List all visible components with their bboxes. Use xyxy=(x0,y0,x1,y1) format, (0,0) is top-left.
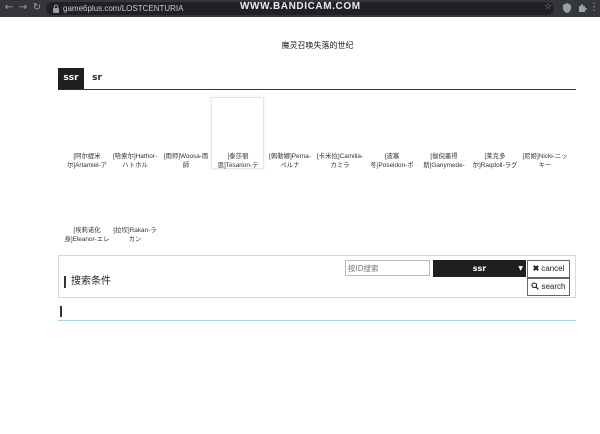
character-name-line1: [雨师]Woosa-雨 xyxy=(163,153,209,160)
character-item[interactable]: [尼姬]Nicki-ニッ キー xyxy=(518,152,572,170)
search-conditions-title: 搜索条件 xyxy=(64,276,111,288)
character-name-line1: [伽倪墨得 xyxy=(430,153,458,160)
character-item[interactable]: [波塞 冬]Poseidon-ポ xyxy=(365,152,419,170)
character-name-line2: カン xyxy=(128,236,142,243)
close-icon: ✖ xyxy=(532,264,540,273)
caret-down-icon: ▼ xyxy=(518,265,523,272)
character-name-line2: カミラ xyxy=(330,162,350,169)
character-item[interactable]: [泰莎丽 恩]Tesarion-テ xyxy=(211,152,265,170)
character-item[interactable]: [阿尔缇米 尔]Artamiel-ア xyxy=(60,152,114,170)
back-icon[interactable]: ← xyxy=(3,2,15,14)
character-name-line1: [哈索尔]Hathor- xyxy=(112,153,158,160)
character-name-line1: [波塞 xyxy=(384,153,400,160)
rarity-select[interactable]: ssr ▼ xyxy=(433,260,526,277)
tab-sr[interactable]: sr xyxy=(88,68,106,89)
character-name-line2: キー xyxy=(538,162,552,169)
character-name-line1: [阿尔缇米 xyxy=(73,153,101,160)
character-item[interactable]: [莱克多 尔]Raqdoll-ラグ xyxy=(468,152,522,170)
character-name-line2: ハトホル xyxy=(122,162,148,169)
search-label: search xyxy=(541,282,566,291)
url-text: game6plus.com/LOSTCENTURIA xyxy=(63,4,184,13)
character-name-line2: 尔]Artamiel-ア xyxy=(66,162,108,169)
results-marker xyxy=(60,306,62,317)
character-name-line2: 冬]Poseidon-ポ xyxy=(370,162,414,169)
character-item[interactable]: [埃莉诺化 身]Eleanor-エレ xyxy=(60,226,114,244)
browser-toolbar: ← → ↻ game6plus.com/LOSTCENTURIA WWW.BAN… xyxy=(0,0,600,17)
character-name-line2: 斯]Ganymede- xyxy=(423,162,465,169)
character-name-line1: [尼姬]Nicki-ニッ xyxy=(522,153,568,160)
character-name-line2: ペルナ xyxy=(280,162,300,169)
character-name-line1: [埃莉诺化 xyxy=(73,227,101,234)
shield-extension-icon[interactable] xyxy=(562,2,572,14)
rarity-select-value: ssr xyxy=(472,264,487,273)
character-name-line1: [卡米拉]Camilla- xyxy=(316,153,364,160)
star-icon[interactable]: ☆ xyxy=(544,3,553,12)
search-icon xyxy=(531,282,540,290)
character-item[interactable]: [雨师]Woosa-雨 師 xyxy=(159,152,213,170)
forward-icon[interactable]: → xyxy=(17,2,29,14)
character-item[interactable]: [哈索尔]Hathor- ハトホル xyxy=(108,152,162,170)
character-item[interactable]: [拉坎]Rakan-ラ カン xyxy=(108,226,162,244)
kebab-menu-icon[interactable]: ⋮ xyxy=(589,2,599,14)
character-name-line2: 師 xyxy=(182,162,190,169)
id-search-input[interactable] xyxy=(345,260,430,276)
search-panel: 搜索条件 ssr ▼ ✖cancel search xyxy=(58,255,576,298)
character-name-line2: 尔]Raqdoll-ラグ xyxy=(472,162,518,169)
character-name-line2: 身]Eleanor-エレ xyxy=(64,236,110,243)
character-item[interactable]: [卡米拉]Camilla- カミラ xyxy=(313,152,367,170)
search-button[interactable]: search xyxy=(527,278,570,296)
recorder-watermark: WWW.BANDICAM.COM xyxy=(240,1,361,12)
character-name-line1: [莱克多 xyxy=(484,153,506,160)
rarity-tabs: ssr sr xyxy=(58,68,576,90)
character-name-line1: [泰莎丽 xyxy=(227,153,249,160)
page-title: 魔灵召唤失落的世纪 xyxy=(281,41,354,50)
tab-ssr[interactable]: ssr xyxy=(58,68,84,89)
character-item[interactable]: [佩勒娜]Perna- ペルナ xyxy=(263,152,317,170)
character-name-line1: [拉坎]Rakan-ラ xyxy=(113,227,157,234)
reload-icon[interactable]: ↻ xyxy=(31,2,43,14)
cancel-label: cancel xyxy=(541,264,565,273)
lock-icon xyxy=(53,4,59,13)
character-name-line2: 恩]Tesarion-テ xyxy=(217,162,259,169)
character-item[interactable]: [伽倪墨得 斯]Ganymede- xyxy=(417,152,471,170)
results-header xyxy=(58,303,576,321)
puzzle-extension-icon[interactable] xyxy=(577,2,587,14)
character-name-line1: [佩勒娜]Perna- xyxy=(269,153,311,160)
cancel-button[interactable]: ✖ cancel xyxy=(527,260,570,278)
